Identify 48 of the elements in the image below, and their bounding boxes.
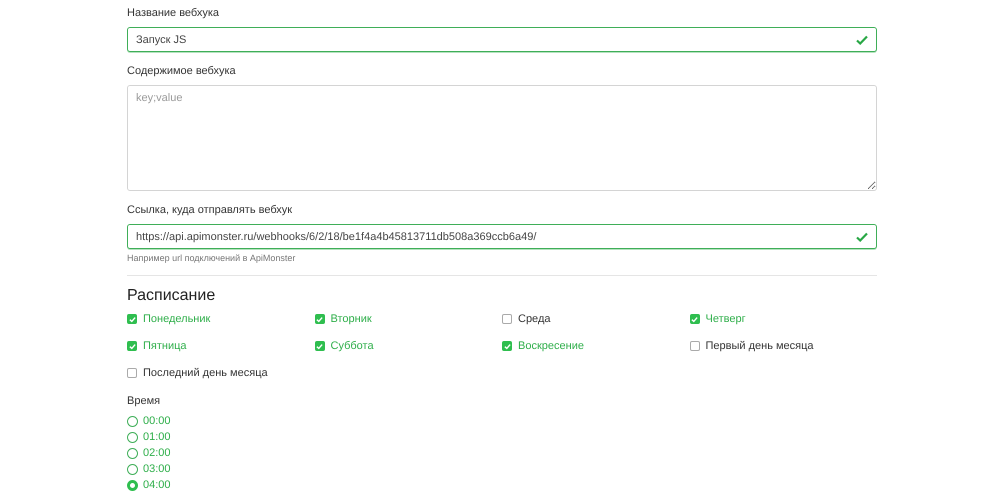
checked-checkbox[interactable]	[314, 314, 324, 324]
checkbox-label: Четверг	[706, 312, 746, 326]
checked-checkbox[interactable]	[314, 341, 324, 351]
field-label: Ссылка, куда отправлять вебхук	[127, 203, 294, 217]
text-field[interactable]: Запуск JS	[127, 27, 877, 52]
text-area[interactable]: key;value	[127, 85, 877, 191]
checkbox[interactable]	[502, 314, 512, 324]
radio-button[interactable]	[127, 464, 138, 474]
day-checkbox[interactable]: Воскресение	[502, 339, 690, 353]
radio-label: 02:00	[143, 447, 171, 459]
day-checkbox[interactable]: Пятница	[127, 339, 314, 353]
day-checkbox[interactable]: Суббота	[314, 339, 502, 353]
checkbox-label: Последний день месяца	[143, 366, 268, 380]
radio-button[interactable]	[127, 448, 138, 458]
checked-checkbox[interactable]	[690, 314, 700, 324]
day-checkbox[interactable]: Последний день месяца	[127, 366, 314, 380]
checkbox-label: Первый день месяца	[706, 339, 814, 353]
radio-label: 03:00	[143, 463, 171, 475]
checkmark-icon	[856, 35, 868, 45]
checkbox-label: Среда	[518, 312, 550, 326]
text-field[interactable]: https://api.apimonster.ru/webhooks/6/2/18/be1f4a4b45813711db508a369ccb6a49/	[127, 224, 877, 249]
radio-button[interactable]	[127, 480, 138, 490]
checkbox-label: Воскресение	[518, 339, 584, 353]
checkbox-label: Суббота	[330, 339, 374, 353]
checkbox[interactable]	[690, 341, 700, 351]
checked-checkbox[interactable]	[502, 341, 512, 351]
radio-label: 04:00	[143, 479, 171, 491]
radio-button[interactable]	[127, 416, 138, 426]
radio-button[interactable]	[127, 432, 138, 442]
field-label: Название вебхука	[127, 6, 220, 20]
section-heading: Расписание	[127, 286, 216, 306]
checkbox-label: Вторник	[330, 312, 372, 326]
checked-checkbox[interactable]	[127, 314, 137, 324]
day-checkbox[interactable]: Понедельник	[127, 312, 314, 326]
radio-label: 01:00	[143, 431, 171, 443]
field-label: Время	[127, 394, 162, 408]
day-checkbox[interactable]: Вторник	[314, 312, 502, 326]
help-text: Например url подключений в ApiMonster	[127, 253, 296, 263]
day-checkbox[interactable]: Среда	[502, 312, 690, 326]
checkbox-label: Пятница	[143, 339, 187, 353]
day-checkbox[interactable]: Первый день месяца	[690, 339, 877, 353]
field-label: Содержимое вебхука	[127, 64, 237, 78]
checked-checkbox[interactable]	[127, 341, 137, 351]
checkbox[interactable]	[127, 368, 137, 378]
checkbox-label: Понедельник	[143, 312, 210, 326]
day-checkbox[interactable]: Четверг	[690, 312, 877, 326]
checkmark-icon	[856, 232, 868, 242]
radio-label: 00:00	[143, 415, 171, 427]
